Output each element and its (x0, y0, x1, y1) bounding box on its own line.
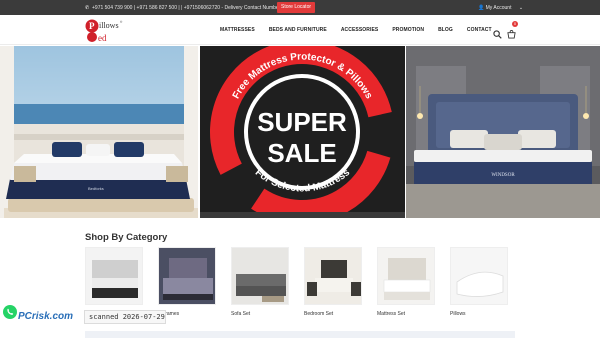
category-item-bed-frames[interactable]: d Frames (158, 247, 216, 317)
super-sale-banner[interactable]: Free Mattress Protector & Pillows For Se… (200, 46, 405, 218)
top-bar: ✆ +971 504 739 900 | +971 586 827 500 | |… (0, 0, 600, 15)
category-thumb (158, 247, 216, 305)
cart-icon[interactable] (507, 26, 516, 39)
store-locator-button[interactable]: Store Locator (277, 2, 316, 13)
category-item-pillows[interactable]: Pillows (450, 247, 508, 317)
hero-right-image: WINDSOR (406, 46, 600, 218)
chevron-down-icon: ⌄ (518, 5, 524, 11)
category-item-bedroom-set[interactable]: Bedroom Set (304, 247, 362, 317)
svg-text:®: ® (120, 20, 123, 24)
whatsapp-icon[interactable] (3, 305, 17, 319)
pillows-bed-logo[interactable]: P illows ® ed (85, 17, 125, 43)
category-label: Sofa Set (231, 311, 251, 317)
category-label: Pillows (450, 311, 466, 317)
hero-left-image: Bedforks (0, 46, 198, 218)
category-item-mattress-set[interactable]: Mattress Set (377, 247, 435, 317)
category-label: d Frames (158, 311, 180, 317)
my-account-label: My Account (485, 5, 512, 11)
right-mattress-brand: WINDSOR (491, 173, 515, 178)
nav-accessories[interactable]: ACCESSORIES (341, 27, 379, 33)
svg-text:illows: illows (99, 21, 119, 30)
main-nav: MATTRESSES BEDS AND FURNITURE ACCESSORIE… (220, 27, 506, 33)
nav-blog[interactable]: BLOG (438, 27, 453, 33)
pcrisk-watermark: PCrisk.com (16, 308, 80, 322)
category-label: Mattress Set (377, 311, 406, 317)
contact-numbers: +971 504 739 900 | +971 586 827 500 | | … (92, 5, 283, 11)
category-carousel: d Frames Sofa Set Bedroom Set Mattress S… (85, 247, 515, 317)
category-thumb (231, 247, 289, 305)
category-thumb (85, 247, 143, 305)
next-section-strip (85, 331, 515, 338)
category-item-sofa-set[interactable]: Sofa Set (231, 247, 289, 317)
category-label: Bedroom Set (304, 311, 334, 317)
nav-promotion[interactable]: PROMOTION (392, 27, 424, 33)
svg-text:ed: ed (98, 33, 107, 43)
category-item-mattresses[interactable] (85, 247, 143, 311)
category-thumb (377, 247, 435, 305)
watermark-text: PCrisk.com (18, 311, 73, 322)
nav-beds-and-furniture[interactable]: BEDS AND FURNITURE (269, 27, 327, 33)
contact-info: ✆ +971 504 739 900 | +971 586 827 500 | |… (85, 5, 282, 11)
site-header: P illows ® ed MATTRESSES BEDS AND FURNIT… (0, 15, 600, 45)
category-thumb (450, 247, 508, 305)
category-thumb (304, 247, 362, 305)
hero-banner[interactable]: Bedforks Free Mattress Protector & Pillo… (0, 46, 600, 218)
svg-text:P: P (89, 21, 95, 31)
user-icon: 👤 (478, 5, 485, 11)
cart-count-badge: 0 (512, 21, 518, 27)
phone-icon: ✆ (85, 5, 90, 11)
my-account-menu[interactable]: 👤 My Account ⌄ (478, 5, 523, 11)
shop-by-category-title: Shop By Category (85, 232, 168, 243)
left-mattress-brand: Bedforks (88, 186, 104, 191)
search-icon[interactable] (493, 26, 502, 39)
sale-headline: SALE (267, 138, 336, 168)
super-headline: SUPER (257, 107, 347, 137)
nav-contact[interactable]: CONTACT (467, 27, 492, 33)
scan-stamp: scanned 2026-07-29 (84, 310, 166, 324)
nav-mattresses[interactable]: MATTRESSES (220, 27, 255, 33)
